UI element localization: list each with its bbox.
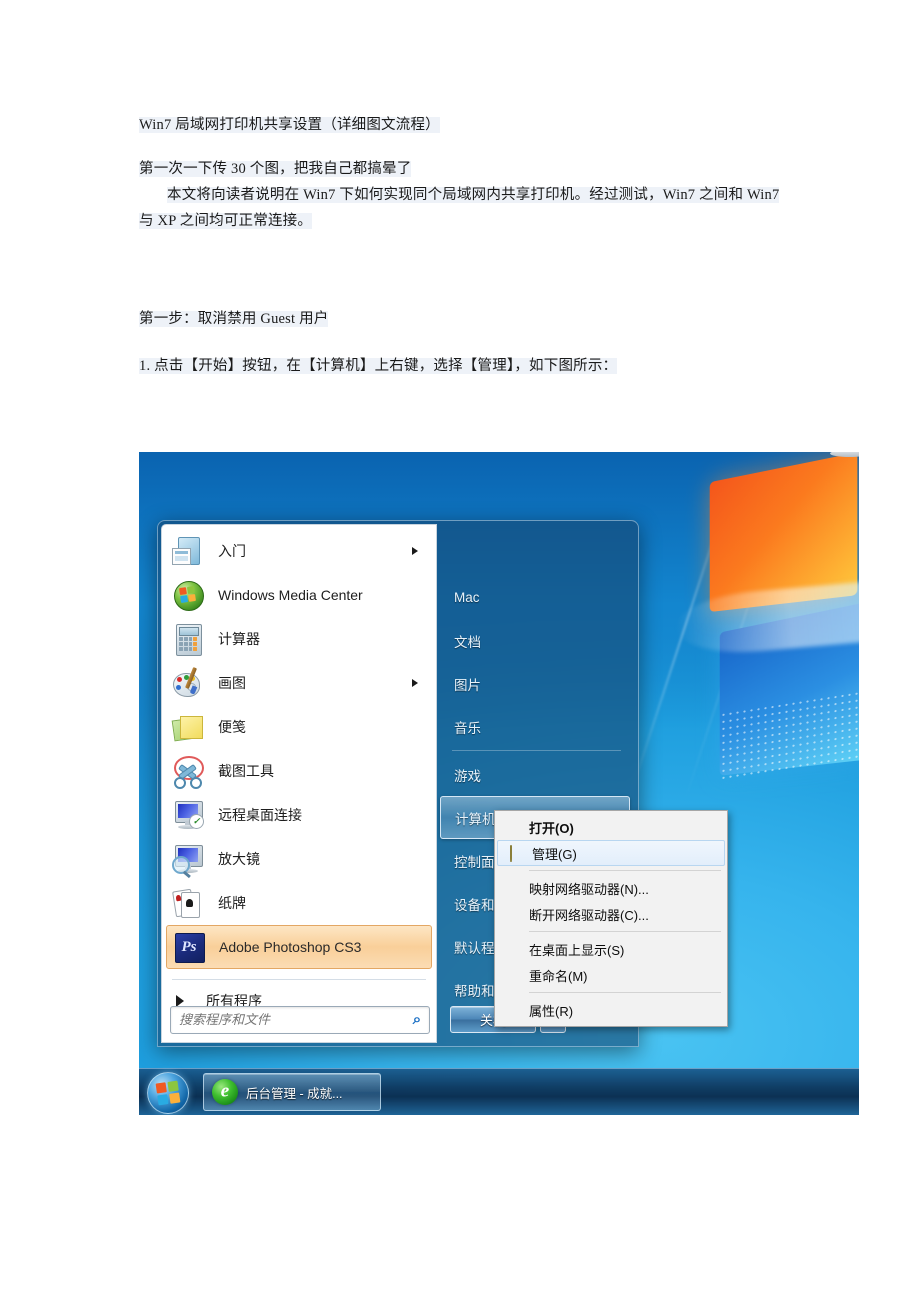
- program-item-magnifier[interactable]: 放大镜: [162, 837, 436, 881]
- intro-paragraph-2: 本文将向读者说明在 Win7 下如何实现同个局域网内共享打印机。经过测试，Win…: [139, 182, 789, 234]
- magnifier-icon: [172, 843, 204, 878]
- right-panel-divider: [452, 750, 621, 751]
- photoshop-icon: Ps: [173, 931, 205, 963]
- program-item-windows-media-center[interactable]: Windows Media Center: [162, 573, 436, 617]
- page-title-text: Win7 局域网打印机共享设置（详细图文流程）: [139, 117, 440, 133]
- right-item-label: 计算机: [455, 811, 496, 827]
- windows-media-center-icon: [172, 579, 204, 611]
- page-title: Win7 局域网打印机共享设置（详细图文流程）: [139, 112, 440, 138]
- right-item-label: 游戏: [454, 768, 481, 784]
- remote-desktop-icon: ✓: [172, 799, 204, 831]
- search-icon[interactable]: ⌕: [405, 1011, 429, 1029]
- context-menu-item-rename[interactable]: 重命名(M): [495, 962, 727, 988]
- context-menu-divider: [529, 870, 721, 871]
- program-label: 截图工具: [218, 763, 274, 779]
- step-heading-text: 第一步：取消禁用 Guest 用户: [139, 311, 329, 327]
- program-item-photoshop[interactable]: Ps Adobe Photoshop CS3: [166, 925, 432, 969]
- context-menu-item-properties[interactable]: 属性(R): [495, 997, 727, 1023]
- right-item-documents[interactable]: 文档: [438, 619, 635, 662]
- right-item-label: 图片: [454, 677, 481, 693]
- right-item-music[interactable]: 音乐: [438, 705, 635, 748]
- program-item-paint[interactable]: 画图: [162, 661, 436, 705]
- submenu-arrow-icon: [412, 547, 418, 555]
- context-menu-label: 重命名(M): [529, 968, 588, 984]
- program-item-snipping-tool[interactable]: 截图工具: [162, 749, 436, 793]
- program-label: Windows Media Center: [218, 587, 363, 603]
- program-list-divider: [172, 979, 426, 980]
- program-item-sticky-notes[interactable]: 便笺: [162, 705, 436, 749]
- context-menu-item-open[interactable]: 打开(O): [495, 814, 727, 840]
- windows-screenshot-figure: 入门 Windows Media Center 计算器 画图 便笺 截图工具 ✓…: [139, 452, 859, 1115]
- start-orb-icon[interactable]: [147, 1072, 189, 1114]
- taskbar-item-browser[interactable]: 后台管理 - 成就...: [203, 1073, 381, 1111]
- program-label: 纸牌: [218, 895, 246, 911]
- right-item-label: 音乐: [454, 720, 481, 736]
- context-menu-item-disconnect-network-drive[interactable]: 断开网络驱动器(C)...: [495, 901, 727, 927]
- getting-started-icon: [172, 535, 204, 567]
- program-label: 便笺: [218, 719, 246, 735]
- search-box[interactable]: ⌕: [170, 1006, 430, 1034]
- context-menu-divider: [529, 992, 721, 993]
- program-label: 计算器: [218, 631, 260, 647]
- taskbar: 后台管理 - 成就...: [139, 1068, 859, 1115]
- windows-flag-logo-icon: [615, 452, 859, 798]
- computer-context-menu: 打开(O) 管理(G) 映射网络驱动器(N)... 断开网络驱动器(C)... …: [494, 810, 728, 1027]
- paint-icon: [172, 667, 204, 699]
- program-item-calculator[interactable]: 计算器: [162, 617, 436, 661]
- context-menu-label: 在桌面上显示(S): [529, 942, 625, 958]
- submenu-arrow-icon: [412, 679, 418, 687]
- intro-paragraph-2-text: 本文将向读者说明在 Win7 下如何实现同个局域网内共享打印机。经过测试，Win…: [139, 187, 780, 229]
- program-label: 入门: [218, 543, 246, 559]
- context-menu-label: 映射网络驱动器(N)...: [529, 881, 649, 897]
- program-item-getting-started[interactable]: 入门: [162, 529, 436, 573]
- intro-paragraph-1: 第一次一下传 30 个图，把我自己都搞晕了: [139, 156, 412, 182]
- right-item-games[interactable]: 游戏: [438, 753, 635, 796]
- right-item-label: 文档: [454, 634, 481, 650]
- context-menu-item-manage[interactable]: 管理(G): [497, 840, 725, 866]
- solitaire-icon: [172, 887, 204, 919]
- context-menu-divider: [529, 931, 721, 932]
- program-list: 入门 Windows Media Center 计算器 画图 便笺 截图工具 ✓…: [162, 529, 436, 969]
- step-item-1: 1. 点击【开始】按钮，在【计算机】上右键，选择【管理】，如下图所示：: [139, 353, 618, 379]
- context-menu-item-map-network-drive[interactable]: 映射网络驱动器(N)...: [495, 875, 727, 901]
- user-account-picture[interactable]: [807, 452, 859, 462]
- program-label: 画图: [218, 675, 246, 691]
- internet-explorer-icon: [212, 1079, 238, 1105]
- context-menu-label: 打开(O): [529, 820, 574, 836]
- context-menu-label: 断开网络驱动器(C)...: [529, 907, 649, 923]
- intro-paragraph-1-text: 第一次一下传 30 个图，把我自己都搞晕了: [139, 161, 412, 177]
- program-label: 远程桌面连接: [218, 807, 302, 823]
- right-item-pictures[interactable]: 图片: [438, 662, 635, 705]
- snipping-tool-icon: [172, 755, 204, 789]
- calculator-icon: [172, 623, 204, 656]
- sticky-notes-icon: [171, 711, 204, 743]
- taskbar-item-label: 后台管理 - 成就...: [246, 1086, 343, 1101]
- right-item-mac[interactable]: Mac: [438, 576, 635, 619]
- context-menu-label: 管理(G): [532, 846, 577, 862]
- search-input[interactable]: [171, 1011, 405, 1029]
- context-menu-item-show-on-desktop[interactable]: 在桌面上显示(S): [495, 936, 727, 962]
- start-menu-left-panel: 入门 Windows Media Center 计算器 画图 便笺 截图工具 ✓…: [161, 524, 437, 1043]
- step-heading: 第一步：取消禁用 Guest 用户: [139, 306, 329, 332]
- program-label: 放大镜: [218, 851, 260, 867]
- program-item-remote-desktop[interactable]: ✓ 远程桌面连接: [162, 793, 436, 837]
- right-item-label: Mac: [454, 590, 480, 605]
- context-menu-label: 属性(R): [529, 1003, 574, 1019]
- program-item-solitaire[interactable]: 纸牌: [162, 881, 436, 925]
- step-item-1-text: 1. 点击【开始】按钮，在【计算机】上右键，选择【管理】，如下图所示：: [139, 358, 618, 374]
- program-label: Adobe Photoshop CS3: [219, 939, 362, 955]
- shield-icon: [506, 844, 532, 862]
